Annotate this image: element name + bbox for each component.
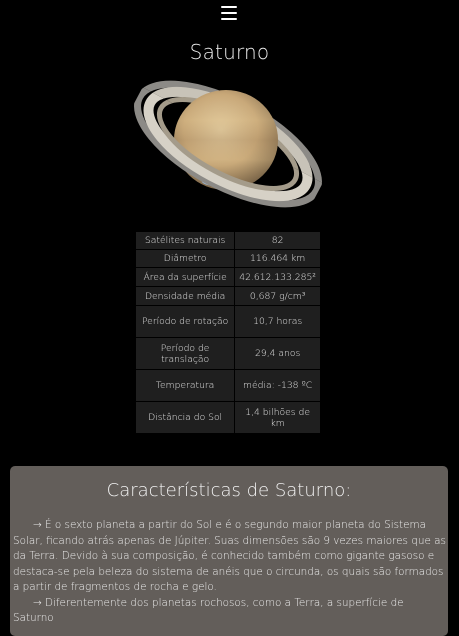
fact-row: Temperatura média: -138 ºC — [134, 369, 321, 402]
fact-value: 10,7 horas — [234, 305, 321, 338]
characteristics-paragraph: → É o sexto planeta a partir do Sol e é … — [13, 519, 446, 593]
characteristics-title: Características de Saturno: — [106, 480, 352, 501]
fact-value: 29,4 anos — [234, 337, 321, 370]
fact-row: Diâmetro 116.464 km — [134, 249, 321, 268]
fact-value: média: -138 ºC — [234, 369, 321, 402]
fact-row: Período de translação 29,4 anos — [134, 337, 321, 370]
fact-row: Satélites naturais 82 — [134, 231, 321, 250]
fact-label: Área da superfície — [134, 267, 236, 287]
menu-button[interactable] — [221, 6, 237, 20]
fact-value: 116.464 km — [234, 249, 321, 268]
hamburger-menu-icon-bar — [221, 6, 237, 8]
fact-value: 0,687 g/cm³ — [234, 286, 321, 306]
characteristics-card: Características de Saturno: → É o sexto … — [10, 466, 448, 636]
fact-label: Satélites naturais — [134, 231, 236, 250]
fact-row: Período de rotação 10,7 horas — [134, 305, 321, 338]
page-title: Saturno — [189, 40, 270, 64]
hamburger-menu-icon-bar — [221, 18, 237, 20]
fact-value: 1,4 bilhões de km — [234, 401, 321, 434]
characteristics-body: → É o sexto planeta a partir do Sol e é … — [13, 518, 447, 627]
fact-label: Temperatura — [134, 369, 236, 402]
hamburger-menu-icon-bar — [221, 12, 237, 14]
fact-row: Distância do Sol 1,4 bilhões de km — [134, 401, 321, 434]
fact-value: 42.612.133.285² — [234, 267, 321, 287]
fact-label: Período de rotação — [134, 305, 236, 338]
fact-row: Área da superfície 42.612.133.285² — [134, 267, 321, 287]
fact-row: Densidade média 0,687 g/cm³ — [134, 286, 321, 306]
fact-value: 82 — [234, 231, 321, 250]
fact-label: Densidade média — [134, 286, 236, 306]
saturn-image — [134, 80, 322, 208]
fact-label: Diâmetro — [134, 249, 236, 268]
fact-label: Distância do Sol — [134, 401, 236, 434]
fact-label: Período de translação — [134, 337, 236, 370]
saturn-facts-table: Satélites naturais 82 Diâmetro 116.464 km Ár… — [134, 231, 321, 434]
